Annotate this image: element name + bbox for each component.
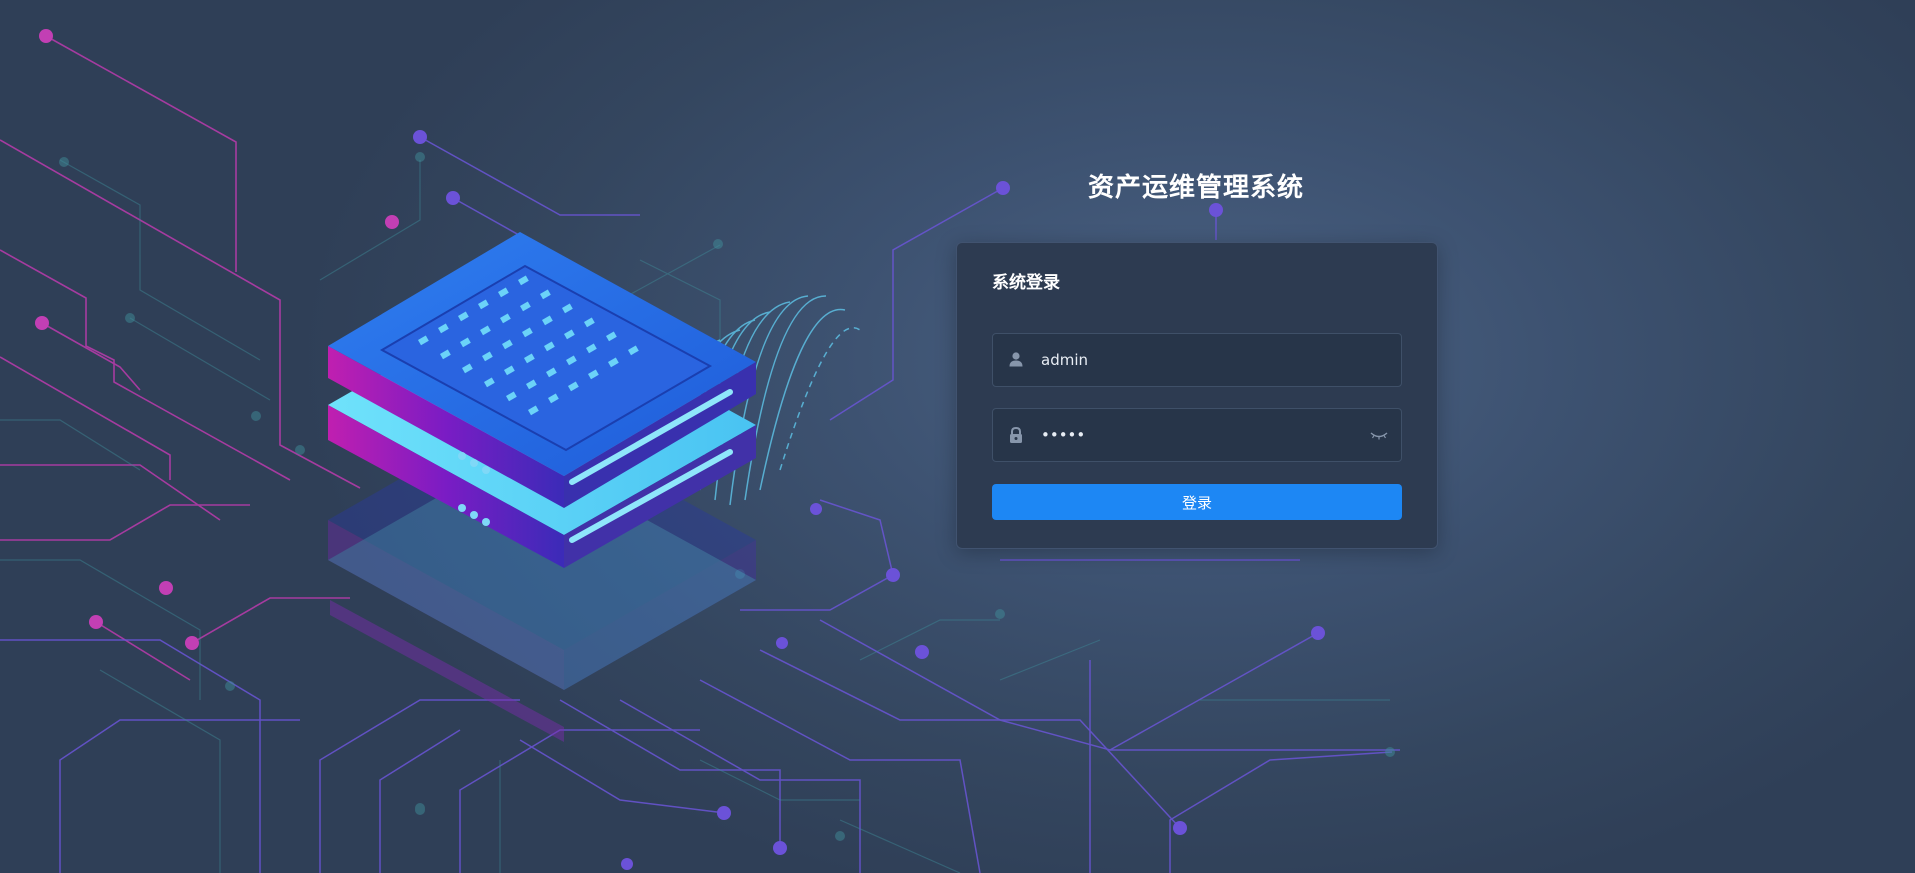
eye-closed-icon[interactable] <box>1369 426 1389 444</box>
user-icon <box>1006 350 1026 370</box>
password-input[interactable] <box>1041 409 1361 461</box>
username-input[interactable] <box>1041 334 1361 386</box>
username-field[interactable] <box>992 333 1402 387</box>
login-card: 系统登录 admin ••••• 登录 <box>956 242 1438 549</box>
password-field[interactable] <box>992 408 1402 462</box>
page-title: 资产运维管理系统 <box>1087 173 1304 203</box>
lock-icon <box>1006 425 1026 445</box>
login-button[interactable]: 登录 <box>992 484 1402 520</box>
server-stack-icon <box>328 232 756 742</box>
login-page: 资产运维管理系统 系统登录 admin ••••• 登录 系统登录 admin … <box>0 0 1915 873</box>
card-heading: 系统登录 <box>992 273 1060 293</box>
